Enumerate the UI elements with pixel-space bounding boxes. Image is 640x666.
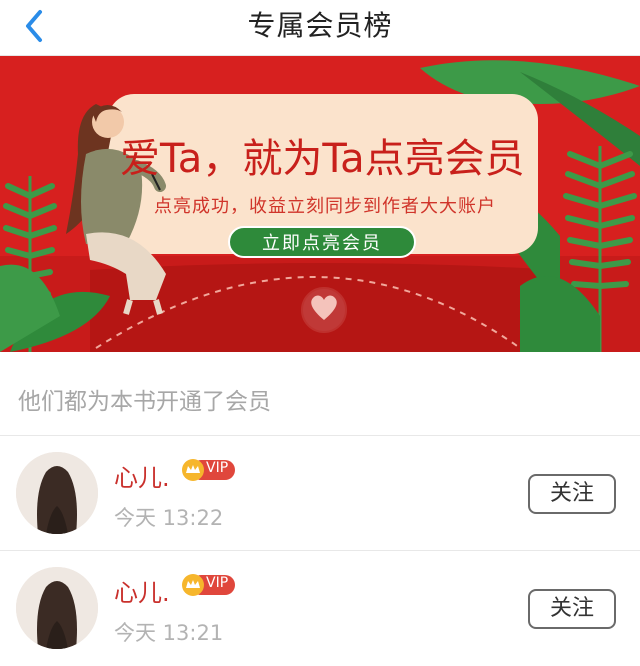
vip-badge-label: VIP <box>206 460 229 476</box>
member-time: 今天 13:22 <box>114 506 224 530</box>
member-row: 心儿. VIP 今天 13:21 关注 <box>0 551 640 666</box>
nav-header: 专属会员榜 <box>0 0 640 56</box>
avatar[interactable] <box>16 567 98 649</box>
avatar-image <box>16 567 98 649</box>
member-name[interactable]: 心儿. <box>114 458 170 493</box>
member-row: 心儿. VIP 今天 13:22 关注 <box>0 436 640 551</box>
members-section-label: 他们都为本书开通了会员 <box>18 389 271 415</box>
banner-headline: 爱Ta，就为Ta点亮会员 <box>120 136 525 182</box>
activate-membership-button[interactable]: 立即点亮会员 <box>228 226 416 258</box>
member-time: 今天 13:21 <box>114 621 224 645</box>
member-name[interactable]: 心儿. <box>114 573 170 608</box>
vip-badge-label: VIP <box>206 575 229 591</box>
avatar[interactable] <box>16 452 98 534</box>
banner-subline: 点亮成功，收益立刻同步到作者大大账户 <box>154 196 496 217</box>
avatar-image <box>16 452 98 534</box>
page-title: 专属会员榜 <box>247 9 393 42</box>
promo-banner[interactable]: 爱Ta，就为Ta点亮会员 点亮成功，收益立刻同步到作者大大账户 立即点亮会员 <box>0 56 640 352</box>
follow-button[interactable]: 关注 <box>528 474 616 514</box>
follow-button[interactable]: 关注 <box>528 589 616 629</box>
